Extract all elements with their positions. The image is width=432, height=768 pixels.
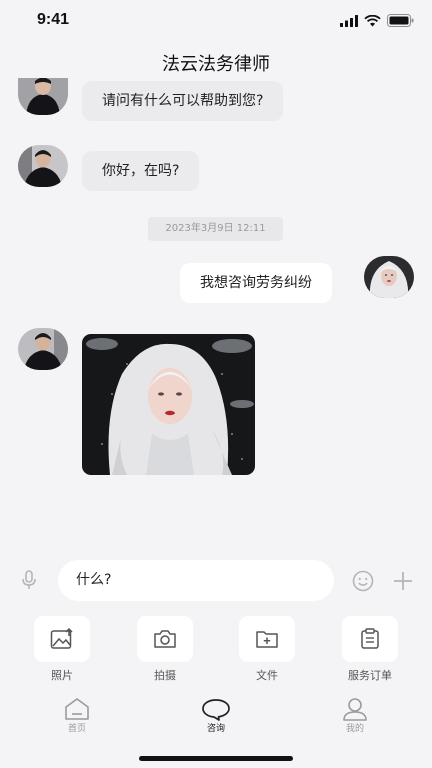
status-time: 9:41 [37,11,70,28]
tab-home-label: 首页 [67,724,86,734]
message-bubble-incoming[interactable]: 你好，在吗? [82,151,200,191]
file-tool-label: 文件 [256,669,278,682]
lawyer-avatar[interactable] [18,78,68,115]
emoji-icon [352,570,374,592]
message-bubble-outgoing[interactable]: 我想咨询劳务纠纷 [180,263,332,303]
home-indicator [139,756,293,761]
camera-tool-label: 拍摄 [154,669,176,682]
status-bar: 9:41 [0,0,432,44]
order-icon [361,628,379,649]
wifi-icon [364,14,381,26]
camera-icon [154,630,176,648]
profile-icon [343,698,367,721]
service-order-tool-button[interactable] [342,616,398,662]
message-bubble-incoming[interactable]: 请问有什么可以帮助到您? [82,81,284,121]
lawyer-avatar[interactable] [18,328,68,370]
folder-icon [256,631,278,648]
emoji-button[interactable] [351,569,375,593]
signal-icon [340,14,358,27]
battery-icon [387,14,414,27]
file-tool-button[interactable] [239,616,295,662]
message-input[interactable]: 什么? [58,560,334,601]
status-icons [340,14,414,27]
message-timestamp: 2023年3月9日 12:11 [148,217,283,241]
add-attachment-button[interactable] [391,569,415,593]
voice-input-button[interactable] [18,569,40,591]
user-avatar[interactable] [364,256,414,298]
image-icon [50,628,73,649]
lawyer-avatar[interactable] [18,145,68,187]
chat-icon [202,699,230,721]
microphone-icon [22,570,36,589]
camera-tool-button[interactable] [137,616,193,662]
home-icon [65,698,89,720]
tab-home[interactable]: 首页 [47,697,107,737]
tab-profile[interactable]: 我的 [325,697,385,737]
tab-consult[interactable]: 咨询 [186,697,246,737]
service-order-tool-label: 服务订单 [348,669,392,682]
page-title: 法云法务律师 [162,54,270,75]
tab-consult-label: 咨询 [206,724,225,734]
plus-icon [394,572,412,590]
message-image[interactable] [82,334,255,475]
tab-profile-label: 我的 [345,724,364,734]
photo-tool-label: 照片 [51,669,73,682]
photo-tool-button[interactable] [34,616,90,662]
